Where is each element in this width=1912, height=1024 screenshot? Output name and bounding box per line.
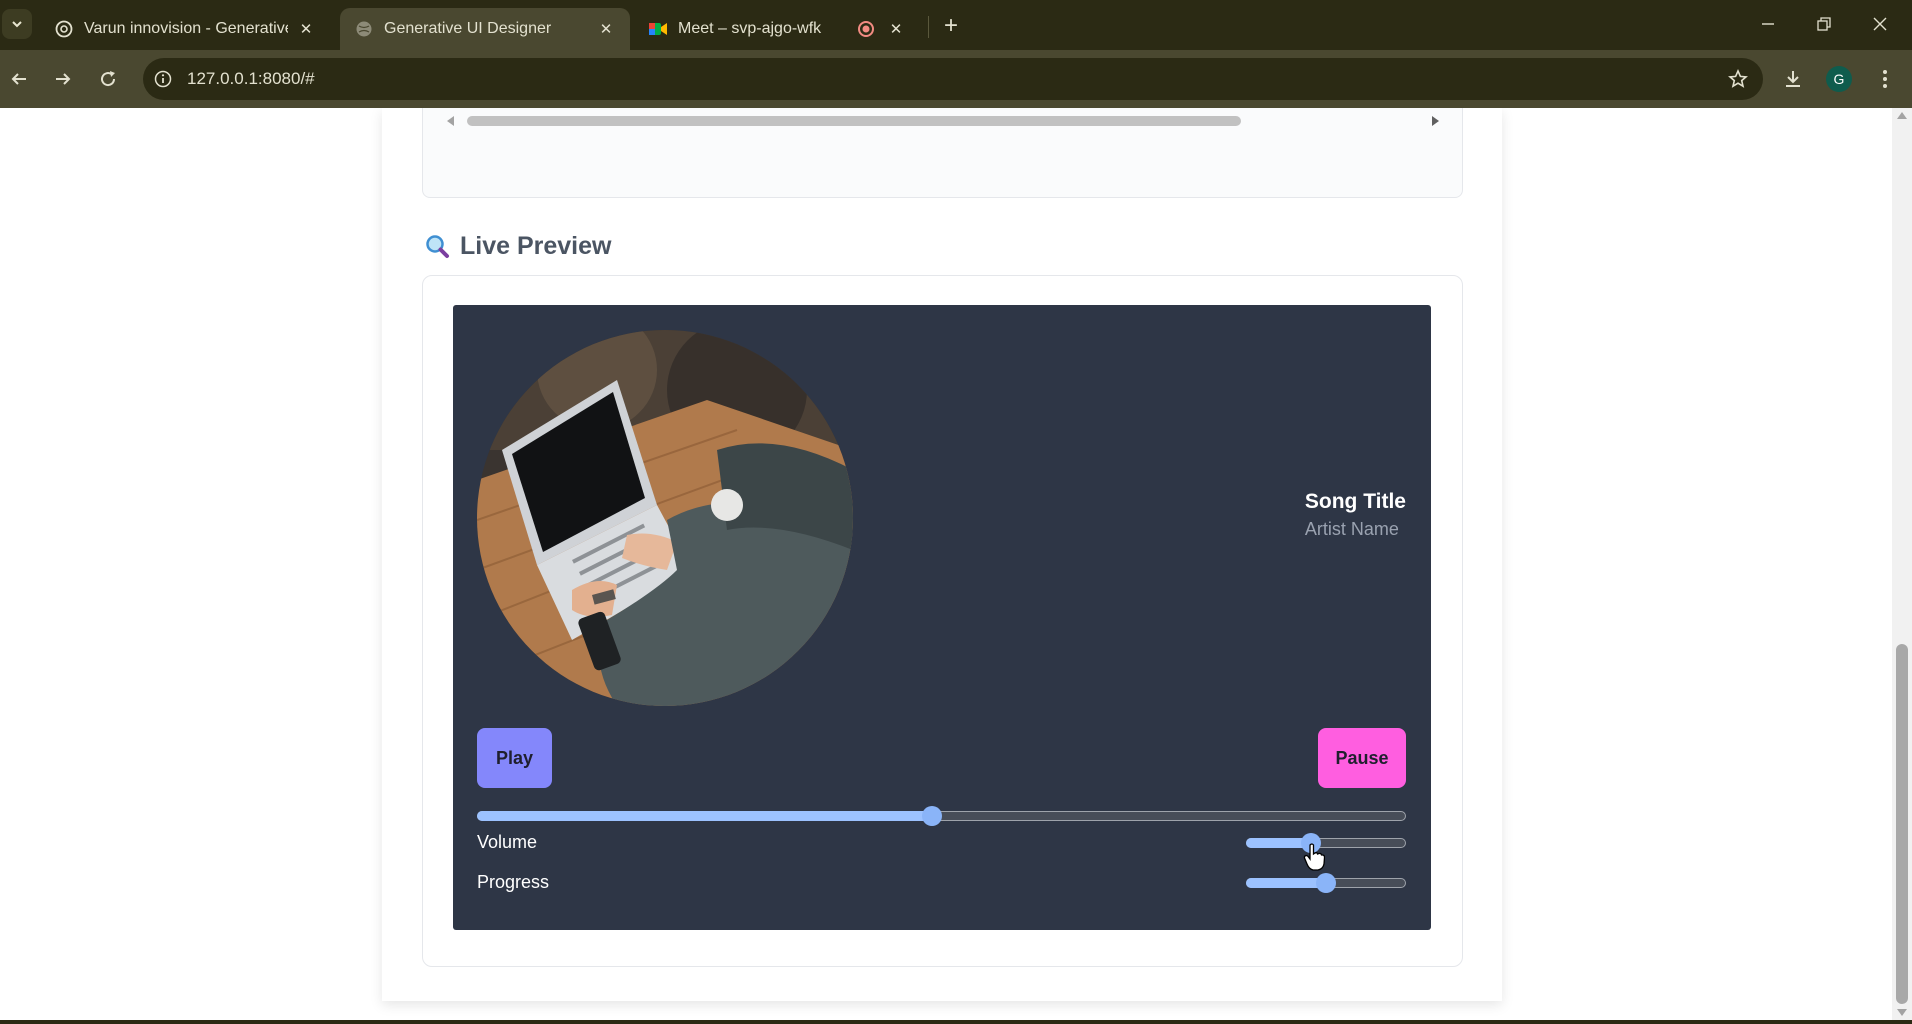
hand-cursor-icon xyxy=(1303,843,1325,871)
globe-icon xyxy=(354,19,374,39)
play-button[interactable]: Play xyxy=(477,728,552,788)
scroll-right-arrow-icon[interactable] xyxy=(1432,116,1439,126)
tab-title: Meet – svp-ajgo-wfk xyxy=(678,20,822,37)
arrow-right-icon xyxy=(56,73,71,85)
scroll-down-arrow-icon[interactable] xyxy=(1897,1009,1907,1016)
forward-button[interactable] xyxy=(46,62,80,96)
back-button[interactable] xyxy=(2,62,36,96)
song-info: Song Title Artist Name xyxy=(1305,490,1406,540)
recording-icon xyxy=(856,19,876,39)
close-icon[interactable]: ✕ xyxy=(296,19,316,39)
restore-button[interactable] xyxy=(1796,6,1852,42)
arrow-left-icon xyxy=(11,73,26,85)
tab-title: Varun innovision - Generative A xyxy=(84,20,288,37)
scrollbar-thumb[interactable] xyxy=(467,116,1241,126)
profile-button[interactable]: G xyxy=(1822,62,1856,96)
album-art-image xyxy=(477,330,853,706)
bookmark-star-icon[interactable] xyxy=(1723,64,1753,94)
slider-thumb[interactable] xyxy=(1316,873,1336,893)
progress-slider[interactable] xyxy=(1246,873,1406,893)
close-icon xyxy=(1873,17,1887,31)
vertical-scrollbar[interactable] xyxy=(1892,108,1912,1020)
volume-label: Volume xyxy=(477,832,538,852)
slider-fill xyxy=(477,811,933,821)
page-title: Live Preview xyxy=(460,232,612,260)
reload-icon xyxy=(101,71,116,87)
music-player: Song Title Artist Name Play Pause Volume… xyxy=(453,305,1431,930)
tab-title: Generative UI Designer xyxy=(384,20,552,37)
close-icon[interactable]: ✕ xyxy=(596,19,616,39)
avatar: G xyxy=(1826,66,1852,92)
slider-thumb[interactable] xyxy=(922,806,943,826)
close-icon[interactable]: ✕ xyxy=(886,19,906,39)
artist-name: Artist Name xyxy=(1304,519,1399,539)
page-viewport: Live Preview Song Title Artist Name Play… xyxy=(0,108,1892,1020)
new-tab-button[interactable]: + xyxy=(937,12,965,40)
tab-meet[interactable]: Meet – svp-ajgo-wfk ✕ xyxy=(634,8,920,50)
restore-icon xyxy=(1817,17,1831,31)
url-text: 127.0.0.1:8080/# xyxy=(187,69,315,88)
download-icon xyxy=(1786,71,1800,87)
downloads-button[interactable] xyxy=(1776,62,1810,96)
browser-titlebar: Varun innovision - Generative A ✕ Genera… xyxy=(0,0,1912,50)
designer-card: Live Preview Song Title Artist Name Play… xyxy=(382,108,1502,1001)
kebab-menu-icon xyxy=(1883,70,1887,88)
progress-label: Progress xyxy=(477,872,550,892)
chevron-down-icon xyxy=(12,21,22,28)
volume-slider[interactable] xyxy=(1246,833,1406,853)
reload-button[interactable] xyxy=(91,62,125,96)
close-window-button[interactable] xyxy=(1852,6,1908,42)
tab-generative-ui-designer[interactable]: Generative UI Designer ✕ xyxy=(340,8,630,50)
live-preview-heading: Live Preview xyxy=(424,232,611,261)
address-bar[interactable]: 127.0.0.1:8080/# xyxy=(143,58,1763,100)
tab-varun-innovision[interactable]: Varun innovision - Generative A ✕ xyxy=(40,8,330,50)
browser-toolbar: 127.0.0.1:8080/# G xyxy=(0,50,1912,108)
scroll-up-arrow-icon[interactable] xyxy=(1897,112,1907,119)
minimize-icon xyxy=(1762,23,1774,25)
minimize-button[interactable] xyxy=(1740,6,1796,42)
pause-button[interactable]: Pause xyxy=(1318,728,1406,788)
scrollbar-thumb[interactable] xyxy=(1896,644,1908,1004)
horizontal-scrollbar[interactable] xyxy=(443,113,1443,129)
slider-fill xyxy=(1246,878,1326,888)
seek-slider[interactable] xyxy=(477,806,1406,826)
song-title: Song Title xyxy=(1304,490,1406,513)
tab-search-button[interactable] xyxy=(2,9,32,39)
scroll-left-arrow-icon[interactable] xyxy=(447,116,454,126)
window-bottom-edge xyxy=(0,1020,1912,1024)
tab-divider xyxy=(928,16,929,38)
site-info-icon[interactable] xyxy=(149,65,177,93)
openai-icon xyxy=(54,19,74,39)
meet-icon xyxy=(648,19,668,39)
code-panel xyxy=(422,108,1463,198)
magnifier-icon xyxy=(426,234,449,258)
browser-menu-button[interactable] xyxy=(1868,62,1902,96)
